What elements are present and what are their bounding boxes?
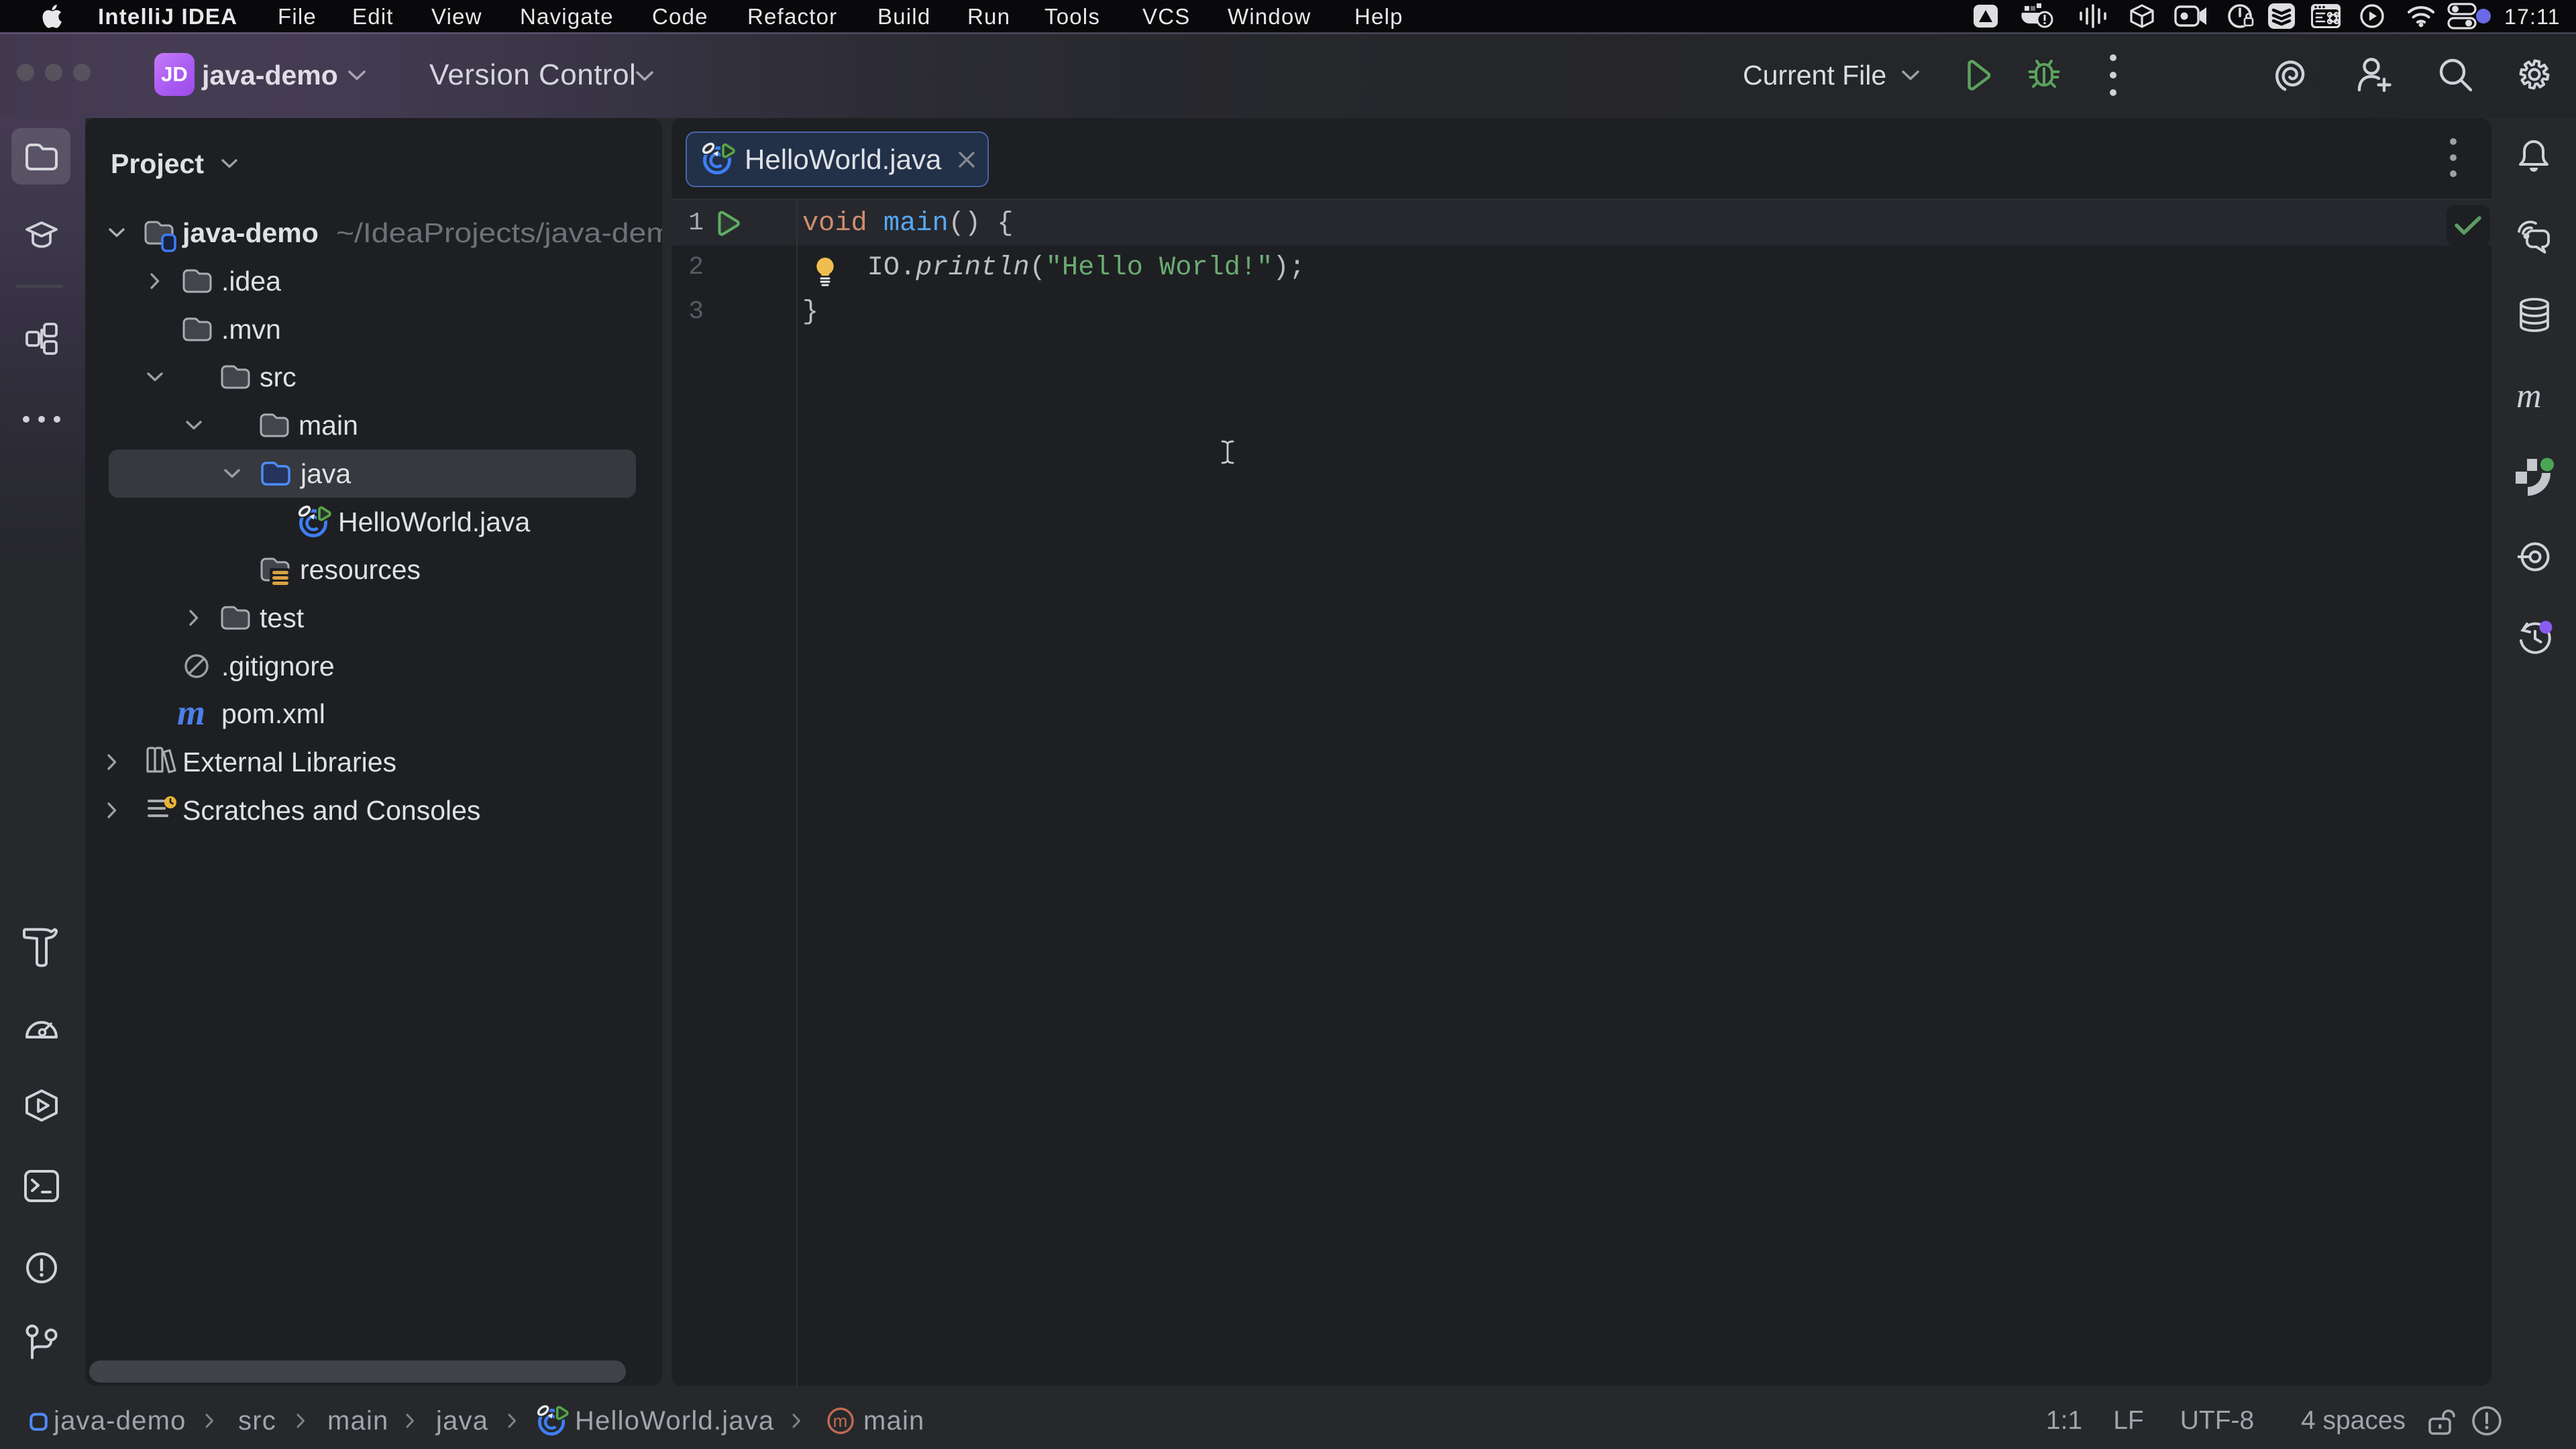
svg-text:m: m bbox=[2516, 377, 2542, 415]
svg-text:m: m bbox=[833, 1411, 849, 1431]
